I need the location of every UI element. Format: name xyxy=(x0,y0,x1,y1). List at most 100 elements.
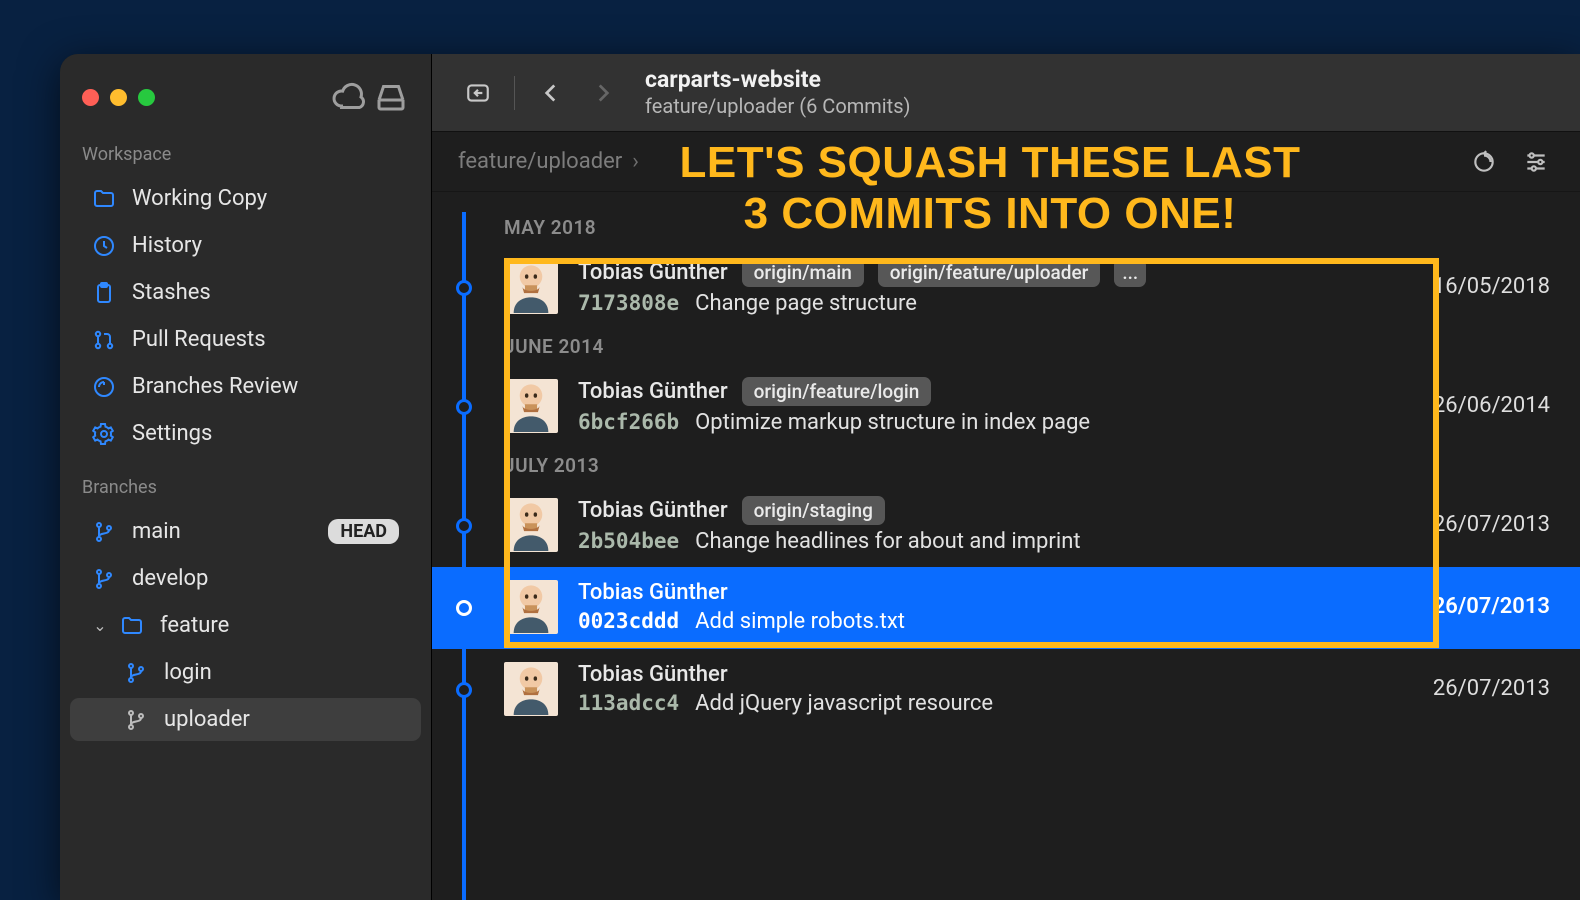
commit-message: Change headlines for about and imprint xyxy=(695,529,1080,554)
main-panel: carparts-website feature/uploader (6 Com… xyxy=(432,54,1580,900)
commit-hash: 6bcf266b xyxy=(578,410,679,434)
commit-date: 16/05/2018 xyxy=(1413,274,1550,299)
commit-row[interactable]: Tobias Günther 0023cddd Add simple robot… xyxy=(432,567,1580,649)
commit-message: Add jQuery javascript resource xyxy=(695,691,993,716)
commit-date: 26/07/2013 xyxy=(1413,512,1550,537)
branch-icon xyxy=(92,567,116,591)
sidebar-item-label: Settings xyxy=(132,421,212,446)
commit-message: Optimize markup structure in index page xyxy=(695,410,1090,435)
graph-node xyxy=(456,600,472,616)
commit-date: 26/07/2013 xyxy=(1413,594,1550,619)
repo-header: carparts-website feature/uploader (6 Com… xyxy=(645,66,911,120)
sidebar-item-label: History xyxy=(132,233,202,258)
avatar xyxy=(504,379,558,433)
ref-tag[interactable]: origin/feature/login xyxy=(742,377,932,406)
ref-tag[interactable]: origin/main xyxy=(742,258,864,287)
nav-back-button[interactable] xyxy=(531,73,571,113)
graph-node xyxy=(456,682,472,698)
minimize-window-button[interactable] xyxy=(110,89,127,106)
commit-author: Tobias Günther xyxy=(578,580,728,605)
branch-label: uploader xyxy=(164,707,250,732)
sidebar-item-pull-requests[interactable]: Pull Requests xyxy=(70,318,421,361)
ref-tag-more[interactable]: ... xyxy=(1114,258,1146,287)
folder-icon xyxy=(120,614,144,638)
branch-label: login xyxy=(164,660,212,685)
commit-date: 26/06/2014 xyxy=(1413,393,1550,418)
commit-hash: 7173808e xyxy=(578,291,679,315)
branch-item-login[interactable]: login xyxy=(70,651,421,694)
cloud-icon[interactable] xyxy=(331,80,367,114)
sidebar-item-history[interactable]: History xyxy=(70,224,421,267)
ref-tag[interactable]: origin/staging xyxy=(742,496,885,525)
branches-section-label: Branches xyxy=(60,471,431,508)
chevron-right-icon: › xyxy=(632,149,639,174)
drive-icon[interactable] xyxy=(373,80,409,114)
clipboard-icon xyxy=(92,281,116,305)
branch-item-develop[interactable]: develop xyxy=(70,557,421,600)
avatar xyxy=(504,580,558,634)
sidebar-item-label: Working Copy xyxy=(132,186,267,211)
commit-row[interactable]: Tobias Günther origin/staging 2b504bee C… xyxy=(432,485,1580,567)
branch-folder-feature[interactable]: ⌄ feature xyxy=(70,604,421,647)
sidebar-item-label: Stashes xyxy=(132,280,211,305)
date-group-header: JUNE 2014 xyxy=(432,329,1580,366)
sidebar-item-stashes[interactable]: Stashes xyxy=(70,271,421,314)
refresh-button[interactable] xyxy=(1466,144,1502,180)
commit-list: MAY 2018 Tobias Günther origin/main orig… xyxy=(432,192,1580,900)
commit-hash: 0023cddd xyxy=(578,609,679,633)
divider xyxy=(514,76,515,110)
close-window-button[interactable] xyxy=(82,89,99,106)
workspace-section-label: Workspace xyxy=(60,138,431,175)
graph-node xyxy=(456,399,472,415)
commit-author: Tobias Günther xyxy=(578,379,728,404)
filter-button[interactable] xyxy=(1518,144,1554,180)
review-icon xyxy=(92,375,116,399)
graph-node xyxy=(456,280,472,296)
window-controls xyxy=(82,89,155,106)
ref-tag[interactable]: origin/feature/uploader xyxy=(878,258,1101,287)
commit-row[interactable]: Tobias Günther origin/feature/login 6bcf… xyxy=(432,366,1580,448)
commit-author: Tobias Günther xyxy=(578,498,728,523)
sidebar-item-branches-review[interactable]: Branches Review xyxy=(70,365,421,408)
folder-icon xyxy=(92,187,116,211)
commit-hash: 113adcc4 xyxy=(578,691,679,715)
branch-icon xyxy=(92,520,116,544)
sidebar-item-label: Pull Requests xyxy=(132,327,266,352)
date-group-header: JULY 2013 xyxy=(432,448,1580,485)
titlebar xyxy=(60,72,431,138)
app-window: Workspace Working Copy History Stashes P… xyxy=(60,54,1580,900)
sidebar-item-label: Branches Review xyxy=(132,374,298,399)
sidebar-item-settings[interactable]: Settings xyxy=(70,412,421,455)
commit-row[interactable]: Tobias Günther 113adcc4 Add jQuery javas… xyxy=(432,649,1580,731)
branch-item-main[interactable]: main HEAD xyxy=(70,510,421,553)
breadcrumb[interactable]: feature/uploader xyxy=(458,149,622,174)
zoom-window-button[interactable] xyxy=(138,89,155,106)
back-to-repo-button[interactable] xyxy=(458,73,498,113)
branch-label: main xyxy=(132,519,181,544)
history-icon xyxy=(92,234,116,258)
sidebar: Workspace Working Copy History Stashes P… xyxy=(60,54,432,900)
chevron-down-icon: ⌄ xyxy=(92,616,108,635)
commit-author: Tobias Günther xyxy=(578,662,728,687)
repo-subtitle: feature/uploader (6 Commits) xyxy=(645,94,911,119)
commit-date: 26/07/2013 xyxy=(1413,676,1550,701)
gear-icon xyxy=(92,422,116,446)
graph-node xyxy=(456,518,472,534)
sidebar-item-working-copy[interactable]: Working Copy xyxy=(70,177,421,220)
branch-icon xyxy=(124,661,148,685)
commit-row[interactable]: Tobias Günther origin/main origin/featur… xyxy=(432,247,1580,329)
avatar xyxy=(504,498,558,552)
branch-label: develop xyxy=(132,566,208,591)
head-badge: HEAD xyxy=(328,519,399,544)
topbar: carparts-website feature/uploader (6 Com… xyxy=(432,54,1580,132)
commit-message: Change page structure xyxy=(695,291,917,316)
commit-message: Add simple robots.txt xyxy=(695,609,905,634)
avatar xyxy=(504,260,558,314)
branch-item-uploader[interactable]: uploader xyxy=(70,698,421,741)
commit-author: Tobias Günther xyxy=(578,260,728,285)
repo-title: carparts-website xyxy=(645,66,911,95)
nav-forward-button[interactable] xyxy=(583,73,623,113)
date-group-header: MAY 2018 xyxy=(432,210,1580,247)
branch-icon xyxy=(124,708,148,732)
avatar xyxy=(504,662,558,716)
